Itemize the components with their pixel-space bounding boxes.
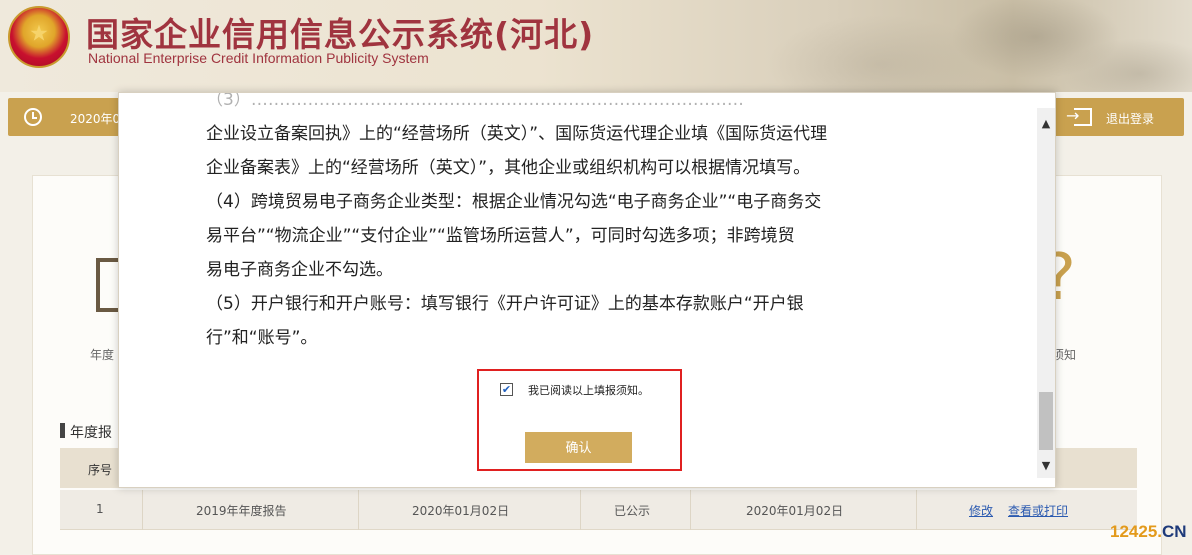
agree-checkbox[interactable]: ✔	[500, 383, 513, 396]
column-header-no: 序号	[88, 463, 113, 477]
modal-text-line: （4）跨境贸易电子商务企业类型：根据企业情况勾选“电子商务企业”“电子商务交	[206, 192, 822, 212]
table-divider	[142, 490, 143, 530]
section-title: 年度报	[70, 425, 112, 441]
cell-report-name: 2019年年度报告	[196, 504, 287, 518]
site-watermark: 12425.CN	[1110, 522, 1187, 542]
scroll-down-icon[interactable]: ▼	[1037, 456, 1055, 476]
modal-text-line: 企业备案表》上的“经营场所（英文）”，其他企业或组织机构可以根据情况填写。	[206, 158, 811, 178]
cell-publish-date: 2020年01月02日	[746, 504, 844, 518]
table-divider	[358, 490, 359, 530]
cell-submit-date: 2020年01月02日	[412, 504, 510, 518]
site-subtitle: National Enterprise Credit Information P…	[88, 50, 429, 66]
logout-icon[interactable]	[1066, 106, 1092, 126]
current-date: 2020年0	[70, 112, 120, 126]
clock-icon	[24, 108, 42, 126]
modal-text-line: 企业设立备案回执》上的“经营场所（英文）”、国际货运代理企业填《国际货运代理	[206, 124, 828, 144]
annual-report-label[interactable]: 年度	[90, 346, 120, 363]
cell-no: 1	[96, 502, 104, 516]
table-divider	[580, 490, 581, 530]
header-mountain-decoration	[672, 0, 1192, 92]
confirm-button[interactable]: 确认	[525, 432, 632, 463]
logout-link[interactable]: 退出登录	[1106, 110, 1154, 127]
site-title: 国家企业信用信息公示系统(河北)	[86, 15, 595, 54]
table-divider	[690, 490, 691, 530]
section-marker	[60, 423, 65, 438]
watermark-number: 12425	[1110, 522, 1158, 541]
modal-text-line: 易电子商务企业不勾选。	[206, 260, 393, 280]
modal-text-line: （5）开户银行和开户账号：填写银行《开户许可证》上的基本存款账户“开户银	[206, 294, 804, 314]
national-emblem-icon	[8, 6, 70, 68]
edit-link[interactable]: 修改	[969, 502, 993, 519]
modal-text-line: （3）……………………………………………………………………………	[206, 92, 744, 110]
scrollbar-thumb[interactable]	[1039, 392, 1053, 450]
modal-content: （3）…………………………………………………………………………… 企业设立备案回…	[206, 92, 946, 355]
modal-text-line: 易平台”“物流企业”“支付企业”“监管场所运营人”，可同时勾选多项；非跨境贸	[206, 226, 795, 246]
agree-checkbox-label[interactable]: 我已阅读以上填报须知。	[528, 382, 649, 398]
cell-status: 已公示	[614, 504, 651, 518]
table-divider	[916, 490, 917, 530]
modal-text-line: 行”和“账号”。	[206, 328, 318, 348]
scroll-up-icon[interactable]: ▲	[1037, 114, 1055, 134]
watermark-suffix: CN	[1162, 522, 1187, 541]
view-print-link[interactable]: 查看或打印	[1008, 502, 1068, 519]
